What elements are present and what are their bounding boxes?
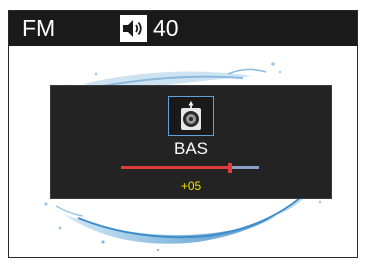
parameter-label: BAS	[173, 139, 209, 158]
source-label: FM	[22, 15, 56, 41]
speaker-woofer-icon	[168, 96, 214, 136]
volume-icon	[120, 15, 147, 42]
bass-slider[interactable]	[121, 163, 259, 173]
radio-screen: FM 40 BAS +05	[8, 10, 358, 258]
parameter-value: +05	[180, 179, 202, 193]
bass-adjust-popup: BAS +05	[50, 85, 332, 199]
slider-fill	[121, 166, 230, 169]
volume-level: 40	[153, 15, 179, 41]
slider-thumb[interactable]	[228, 163, 232, 173]
status-bar: FM 40	[8, 10, 358, 46]
